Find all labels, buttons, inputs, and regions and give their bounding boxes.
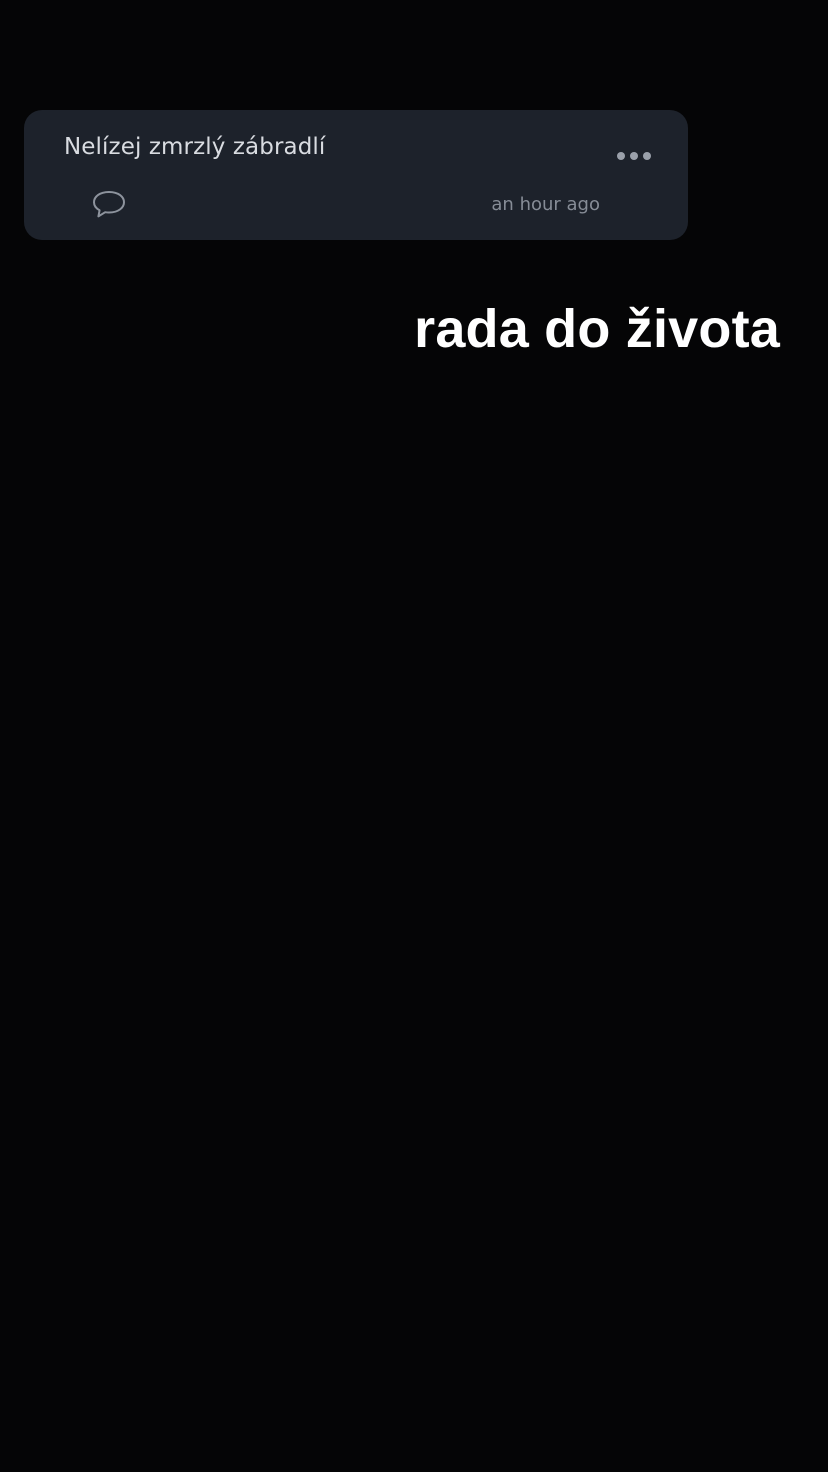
post-text: Nelízej zmrzlý zábradlí	[64, 134, 326, 160]
post-timestamp: an hour ago	[491, 194, 600, 215]
post-card[interactable]: Nelízej zmrzlý zábradlí an hour ago	[24, 110, 688, 240]
ellipsis-icon	[617, 152, 651, 160]
comment-button[interactable]	[90, 188, 128, 222]
story-screen: Nelízej zmrzlý zábradlí an hour ago rada…	[0, 0, 828, 1472]
story-caption: rada do života	[414, 299, 780, 359]
more-options-button[interactable]	[610, 140, 658, 172]
speech-bubble-icon	[93, 191, 125, 218]
